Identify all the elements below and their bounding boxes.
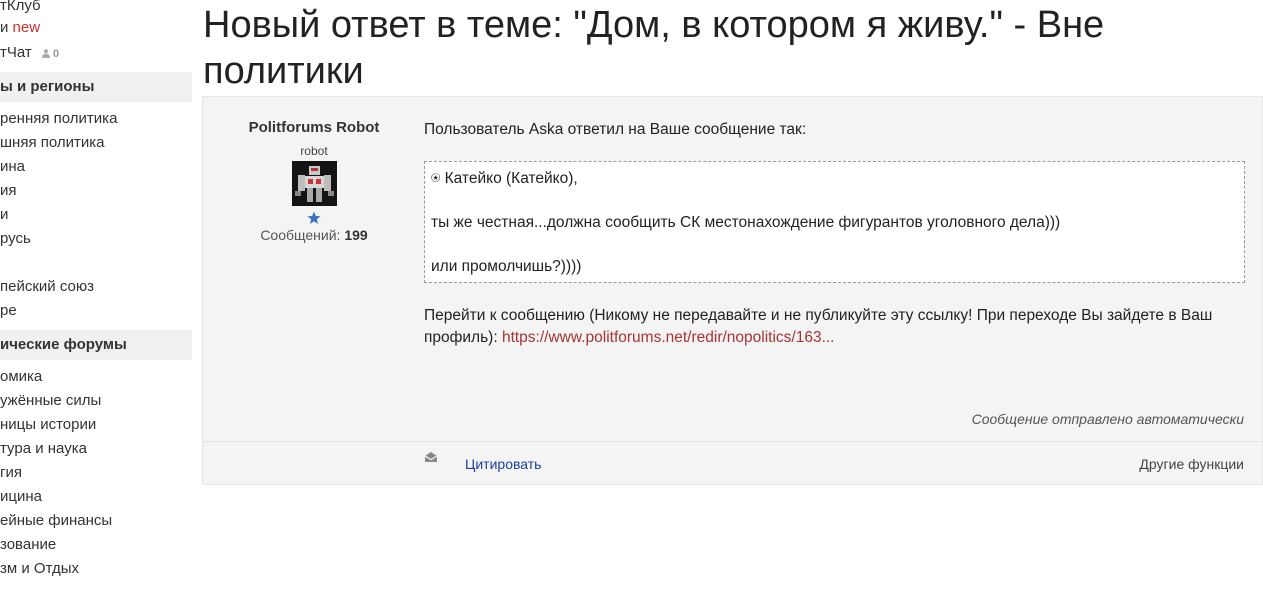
sidebar-item-world[interactable]: ре xyxy=(0,301,17,321)
goto-message-link[interactable]: https://www.politforums.net/redir/nopoli… xyxy=(502,329,835,346)
quote-header: ⍟ Катейко (Катейко), xyxy=(431,170,578,187)
sidebar: тКлуб и new тЧат 0 ы и регионы ренняя по… xyxy=(0,0,192,609)
page-title: Новый ответ в теме: "Дом, в котором я жи… xyxy=(203,4,1105,92)
sidebar-item-education[interactable]: зование xyxy=(0,535,56,555)
sidebar-item-foreign-politics[interactable]: шняя политика xyxy=(0,133,104,153)
sidebar-item-club[interactable]: тКлуб xyxy=(0,0,41,16)
page: тКлуб и new тЧат 0 ы и регионы ренняя по… xyxy=(0,0,1263,609)
avatar[interactable] xyxy=(292,161,337,206)
sidebar-item-new[interactable]: и new xyxy=(0,18,40,38)
sidebar-item-medicine[interactable]: ицина xyxy=(0,487,42,507)
sidebar-section-regions: ы и регионы xyxy=(0,72,192,102)
sidebar-item-usa[interactable]: и xyxy=(0,205,8,225)
sidebar-item-chat[interactable]: тЧат 0 xyxy=(0,43,59,64)
other-functions-button[interactable]: Другие функции xyxy=(1139,456,1244,472)
sidebar-item-russia[interactable]: ия xyxy=(0,181,17,201)
envelope-icon[interactable] xyxy=(424,451,438,463)
goto-message: Перейти к сообщению (Никому не передавай… xyxy=(424,305,1246,349)
online-count: 0 xyxy=(52,48,60,60)
sidebar-item-history[interactable]: ницы истории xyxy=(0,415,96,435)
sidebar-item-religion[interactable]: гия xyxy=(0,463,22,483)
message-count: Сообщений: 199 xyxy=(203,227,425,243)
sidebar-item-family-finance[interactable]: ейные финансы xyxy=(0,511,112,531)
sidebar-item-tourism[interactable]: зм и Отдых xyxy=(0,559,79,579)
new-badge: new xyxy=(12,19,41,36)
sidebar-item-belarus[interactable]: русь xyxy=(0,229,31,249)
user-icon xyxy=(41,49,50,58)
author-role: robot xyxy=(300,144,328,158)
auto-sent-note: Сообщение отправлено автоматически xyxy=(971,411,1244,427)
sidebar-item-european-union[interactable]: пейский союз xyxy=(0,277,94,297)
quote-button[interactable]: Цитировать xyxy=(465,456,541,472)
message-count-value: 199 xyxy=(344,227,368,243)
sidebar-item-label: тЧат xyxy=(0,44,32,61)
sidebar-item-economy[interactable]: омика xyxy=(0,367,42,387)
sidebar-item-culture-science[interactable]: тура и наука xyxy=(0,439,87,459)
sidebar-item-domestic-politics[interactable]: ренняя политика xyxy=(0,109,117,129)
message-count-label: Сообщений: xyxy=(260,227,341,243)
post-panel: Politforums Robot robot Сообщений: 199 П… xyxy=(202,96,1263,485)
sidebar-section-thematic-forums: ические форумы xyxy=(0,330,192,360)
post-intro: Пользователь Aska ответил на Ваше сообще… xyxy=(424,121,807,138)
rank-star-icon xyxy=(307,211,321,224)
online-count-badge: 0 xyxy=(41,48,60,60)
sidebar-item-armed-forces[interactable]: ужённые силы xyxy=(0,391,101,411)
quote-block: ⍟ Катейко (Катейко), ты же честная...дол… xyxy=(424,161,1245,283)
post-footer: Цитировать Другие функции xyxy=(203,441,1262,484)
robot-avatar-image xyxy=(292,161,337,206)
sidebar-item-label: и xyxy=(0,19,13,36)
author-name[interactable]: Politforums Robot xyxy=(203,119,425,136)
quote-line: или промолчишь?)))) xyxy=(431,258,582,275)
sidebar-item-label: тКлуб xyxy=(0,0,41,14)
quote-line: ты же честная...должна сообщить СК место… xyxy=(431,214,1061,231)
sidebar-item-ukraine[interactable]: ина xyxy=(0,157,25,177)
